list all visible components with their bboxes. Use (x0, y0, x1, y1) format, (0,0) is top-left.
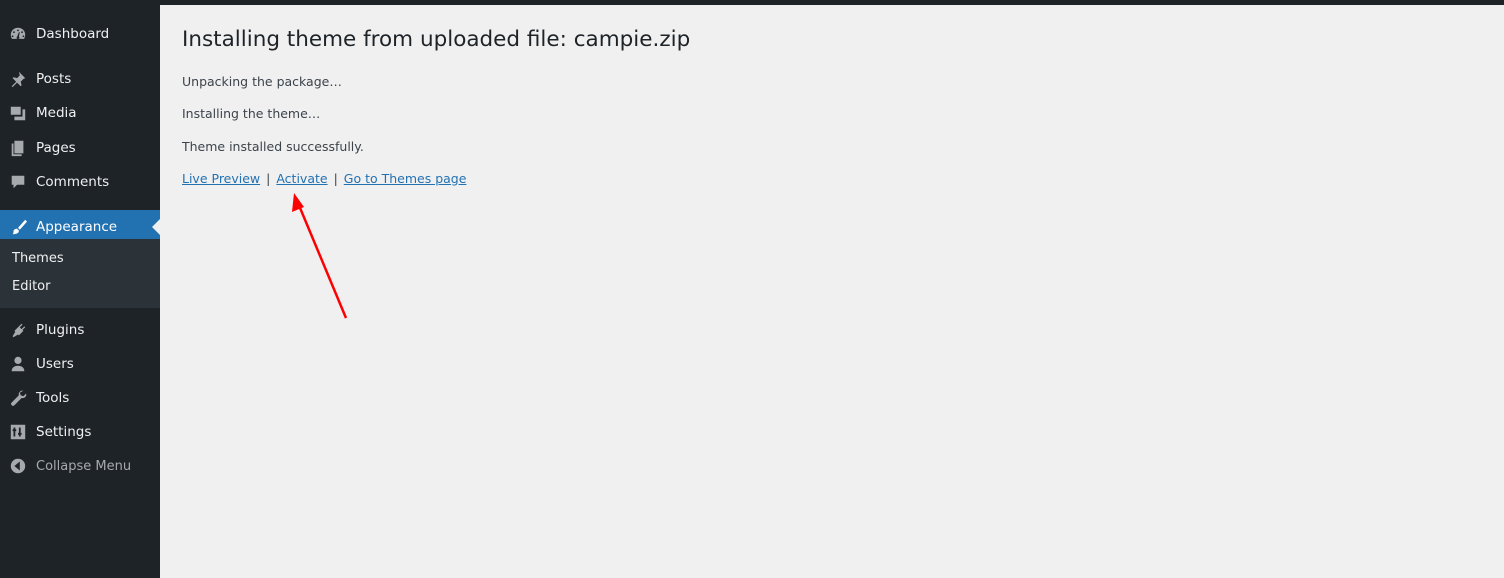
arrow-shaft (296, 202, 348, 319)
annotation-arrow (292, 193, 348, 319)
arrow-head (292, 193, 304, 212)
